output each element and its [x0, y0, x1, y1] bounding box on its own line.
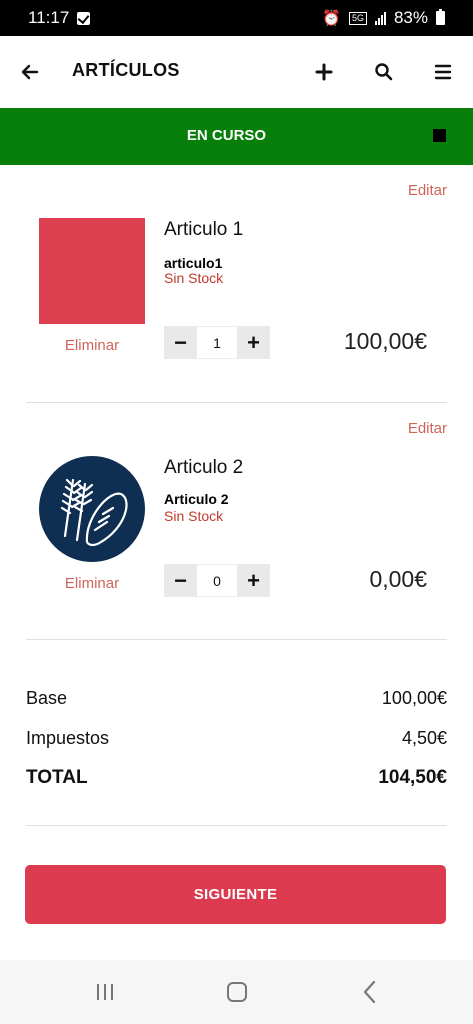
- summary-base-row: Base 100,00€: [26, 688, 447, 709]
- quantity-stepper: − 1 +: [164, 326, 270, 359]
- next-button[interactable]: SIGUIENTE: [25, 865, 446, 924]
- menu-icon[interactable]: [433, 62, 453, 82]
- tax-value: 4,50€: [401, 728, 447, 748]
- delete-link[interactable]: Eliminar: [39, 337, 145, 354]
- list-item: Editar Articulo 1 articulo1 Sin Stock El…: [0, 165, 473, 400]
- total-label: TOTAL: [26, 767, 88, 788]
- battery-icon: [436, 9, 445, 25]
- checkbox-notification-icon: [77, 11, 91, 25]
- divider: [26, 639, 447, 640]
- stop-icon[interactable]: [433, 129, 446, 142]
- order-status-band: EN CURSO: [0, 108, 473, 165]
- home-icon[interactable]: [227, 982, 247, 1002]
- quantity-value[interactable]: 0: [197, 564, 237, 597]
- divider: [26, 825, 447, 826]
- battery-percent: 83%: [393, 8, 428, 27]
- edit-link[interactable]: Editar: [408, 420, 447, 437]
- summary-total-row: TOTAL 104,50€: [26, 767, 447, 789]
- status-bar: 11:17 ⏰ 5G 83%: [0, 0, 473, 36]
- item-thumbnail: [39, 218, 145, 324]
- stock-status: Sin Stock: [164, 508, 224, 524]
- base-label: Base: [26, 688, 68, 708]
- page-title: ARTÍCULOS: [72, 60, 180, 80]
- base-value: 100,00€: [381, 688, 447, 708]
- system-nav-bar: [0, 960, 473, 1024]
- network-type: 5G: [348, 11, 367, 25]
- tax-label: Impuestos: [26, 728, 110, 748]
- delete-link[interactable]: Eliminar: [39, 575, 145, 592]
- item-price: 100,00€: [343, 328, 427, 354]
- item-name: Articulo 2: [164, 457, 244, 478]
- total-value: 104,50€: [378, 767, 447, 788]
- add-icon[interactable]: [314, 62, 334, 82]
- status-time: 11:17: [28, 8, 70, 27]
- app-bar: ARTÍCULOS: [0, 36, 473, 108]
- order-status-label: EN CURSO: [186, 127, 267, 144]
- item-code: articulo1: [164, 255, 223, 271]
- recents-icon[interactable]: [95, 982, 115, 1002]
- back-arrow-icon[interactable]: [20, 62, 40, 82]
- decrement-button[interactable]: −: [164, 326, 197, 359]
- list-item: Editar Articulo 2 Articulo 2 Sin Stock E…: [0, 403, 473, 638]
- edit-link[interactable]: Editar: [408, 182, 447, 199]
- quantity-value[interactable]: 1: [197, 326, 237, 359]
- alarm-icon: ⏰: [322, 10, 341, 27]
- increment-button[interactable]: +: [237, 326, 270, 359]
- stock-status: Sin Stock: [164, 270, 224, 286]
- nav-back-icon[interactable]: [360, 980, 380, 1004]
- item-code: Articulo 2: [164, 491, 229, 507]
- item-price: 0,00€: [369, 566, 427, 592]
- signal-icon: [374, 11, 386, 25]
- quantity-stepper: − 0 +: [164, 564, 270, 597]
- search-icon[interactable]: [374, 62, 394, 82]
- item-name: Articulo 1: [164, 219, 244, 240]
- decrement-button[interactable]: −: [164, 564, 197, 597]
- summary-tax-row: Impuestos 4,50€: [26, 728, 447, 749]
- bread-wheat-logo-icon: [39, 456, 145, 562]
- increment-button[interactable]: +: [237, 564, 270, 597]
